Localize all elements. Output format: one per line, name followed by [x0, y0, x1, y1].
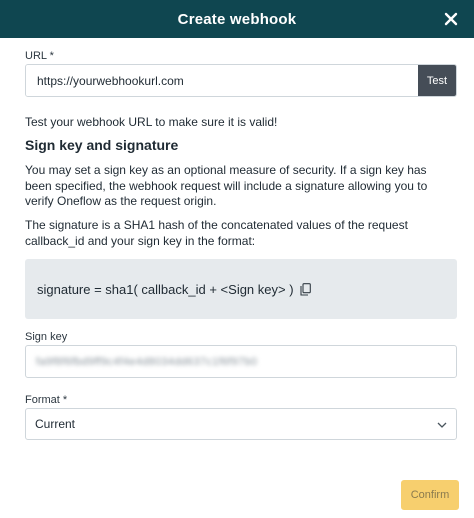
confirm-button[interactable]: Confirm	[401, 480, 459, 510]
create-webhook-modal: Create webhook URL * Test Test your webh…	[0, 0, 474, 518]
signature-formula-box: signature = sha1( callback_id + <Sign ke…	[25, 259, 457, 319]
modal-header: Create webhook	[0, 0, 474, 38]
signature-formula: signature = sha1( callback_id + <Sign ke…	[37, 281, 294, 297]
format-select[interactable]: Current	[25, 408, 457, 440]
url-field-group: Test	[25, 64, 457, 97]
sign-key-description: You may set a sign key as an optional me…	[25, 163, 428, 208]
url-hint-text: Test your webhook URL to make sure it is…	[25, 115, 278, 129]
url-label: URL *	[25, 50, 54, 62]
format-label: Format *	[25, 394, 68, 406]
close-icon[interactable]	[440, 8, 462, 30]
sign-key-section-title: Sign key and signature	[25, 137, 179, 153]
sign-key-field[interactable]: fa9f8f6fbd9ff9c4f4e4d8034dd637c1f6f97b0	[25, 345, 457, 378]
chevron-down-icon	[437, 417, 447, 431]
format-selected-value: Current	[35, 417, 76, 431]
modal-title: Create webhook	[177, 10, 297, 28]
url-input[interactable]	[26, 65, 418, 96]
test-button[interactable]: Test	[418, 65, 456, 96]
signature-format-description: The signature is a SHA1 hash of the conc…	[25, 218, 408, 248]
sign-key-value: fa9f8f6fbd9ff9c4f4e4d8034dd637c1f6f97b0	[36, 355, 258, 368]
copy-icon[interactable]	[299, 282, 311, 296]
sign-key-label: Sign key	[25, 331, 68, 343]
